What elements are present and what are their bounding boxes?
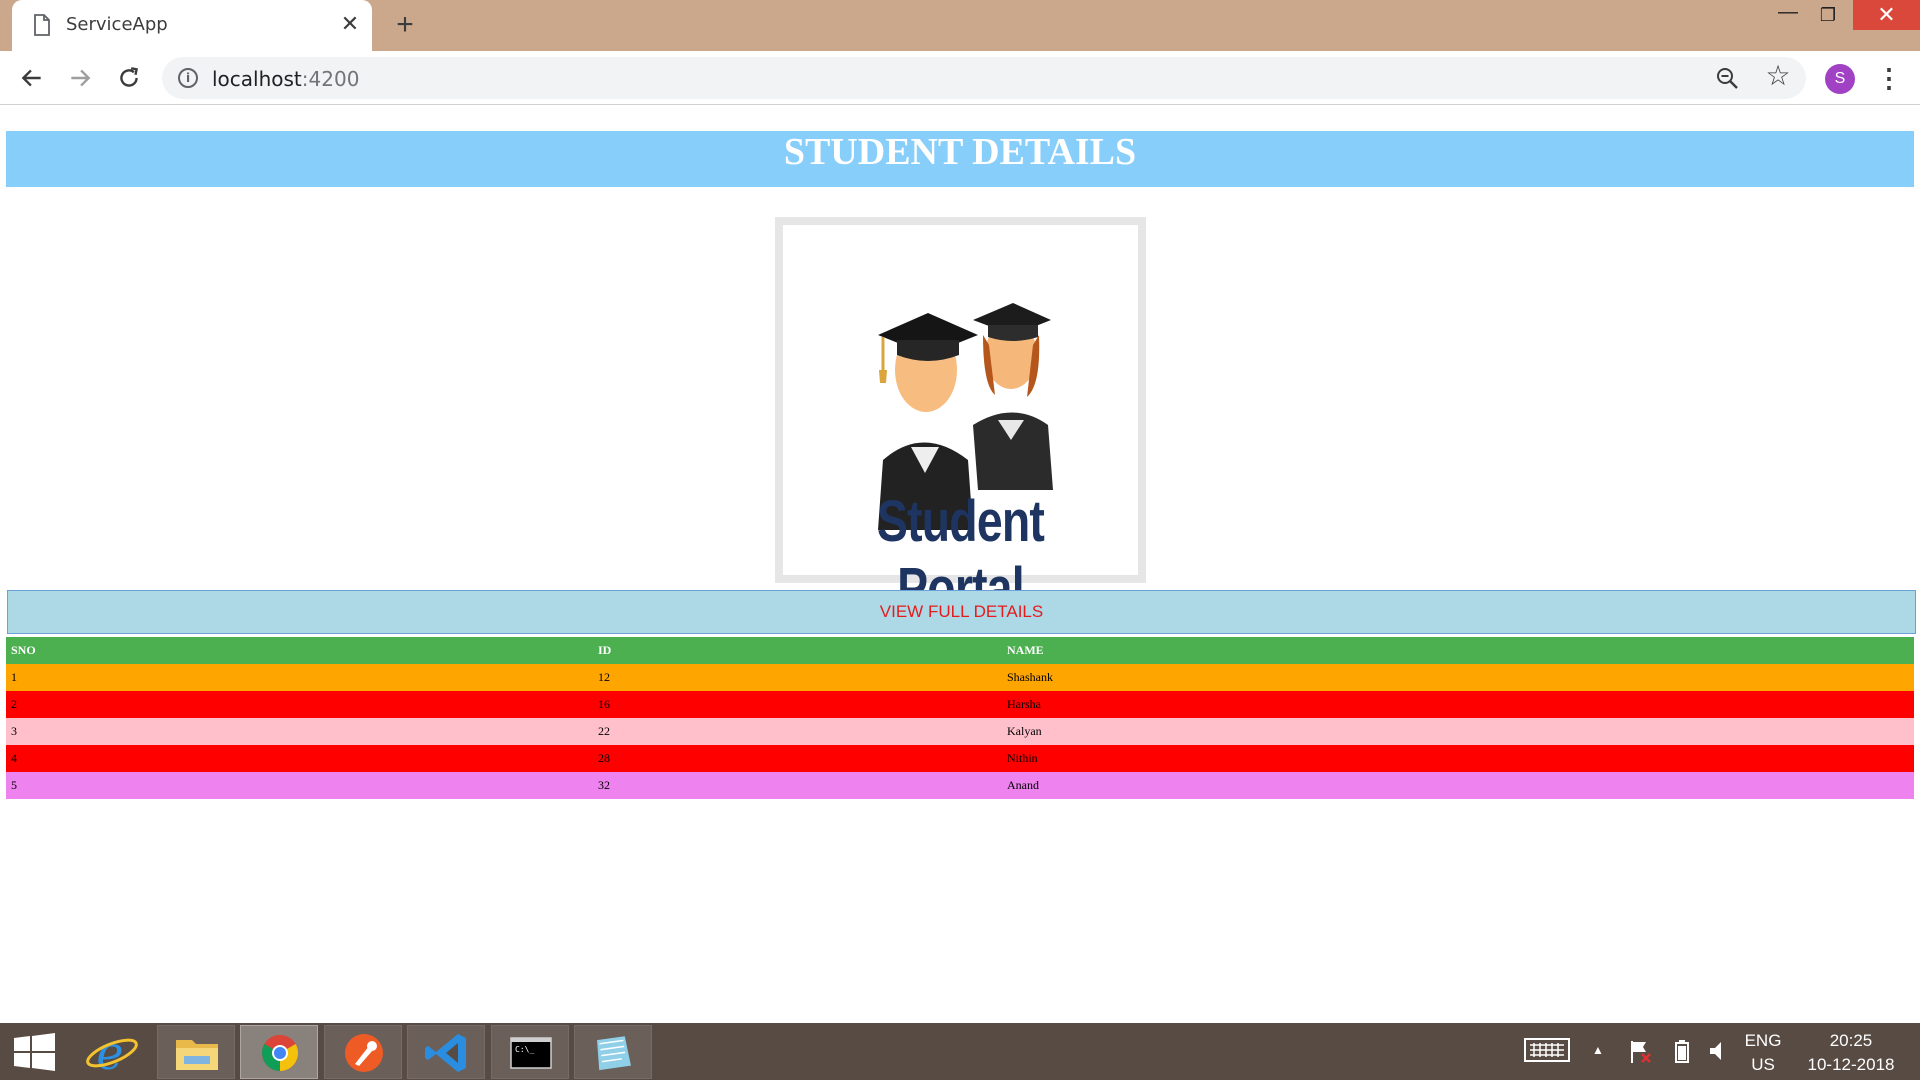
page-title: STUDENT DETAILS (783, 131, 1137, 173)
tab-close-icon[interactable]: ✕ (338, 12, 362, 36)
name-cell: Kalyan (1007, 724, 1042, 738)
battery-icon[interactable] (1670, 1037, 1694, 1072)
sno-cell: 3 (11, 724, 17, 738)
maximize-button[interactable]: ❐ (1803, 0, 1853, 30)
back-arrow-icon[interactable] (15, 61, 49, 95)
clock-date: 10-12-2018 (1807, 1055, 1895, 1074)
star-icon[interactable]: ☆ (1764, 61, 1792, 91)
address-bar[interactable]: i localhost:4200 ☆ (162, 57, 1806, 99)
name-cell: Shashank (1007, 670, 1053, 684)
page-header: STUDENT DETAILS (6, 131, 1914, 187)
postman-icon[interactable] (324, 1025, 402, 1079)
volume-icon[interactable] (1706, 1037, 1730, 1072)
browser-titlebar: ServiceApp ✕ + — ❐ ✕ (0, 0, 1920, 51)
action-center-flag-icon[interactable] (1626, 1037, 1654, 1072)
windows-start-icon[interactable] (0, 1025, 78, 1079)
column-header-id: ID (593, 637, 1002, 664)
sno-cell: 1 (11, 670, 17, 684)
clock[interactable]: 20:25 10-12-2018 (1796, 1031, 1906, 1075)
sno-cell: 2 (11, 697, 17, 711)
show-hidden-icons-chevron-icon[interactable]: ▲ (1588, 1037, 1608, 1063)
close-window-button[interactable]: ✕ (1853, 0, 1920, 30)
table-row: 1 12 Shashank (6, 664, 1914, 691)
table-row: 5 32 Anand (6, 772, 1914, 799)
table-row: 4 28 Nithin (6, 745, 1914, 772)
clock-time: 20:25 (1829, 1031, 1873, 1050)
svg-text:C:\_: C:\_ (515, 1045, 534, 1054)
table-row: 3 22 Kalyan (6, 718, 1914, 745)
language-label: ENG (1744, 1031, 1782, 1050)
tab-serviceapp[interactable]: ServiceApp ✕ (12, 0, 372, 51)
language-indicator[interactable]: ENG US (1738, 1031, 1788, 1075)
browser-toolbar: i localhost:4200 ☆ S ⋮ (0, 51, 1920, 105)
zoom-icon[interactable] (1714, 65, 1740, 91)
id-cell: 28 (598, 751, 610, 765)
column-header-sno: SNO (6, 637, 593, 664)
vscode-icon[interactable] (407, 1025, 485, 1079)
file-explorer-icon[interactable] (157, 1025, 235, 1079)
windows-taskbar: e C:\_ ▲ ENG US 20:25 10-12-2018 (0, 1023, 1920, 1080)
command-prompt-icon[interactable]: C:\_ (491, 1025, 569, 1079)
info-icon[interactable]: i (178, 68, 198, 88)
id-cell: 32 (598, 778, 610, 792)
student-table: SNO ID NAME 1 12 Shashank 2 16 Harsha 3 22 Kalya… (6, 637, 1914, 799)
touch-keyboard-icon[interactable] (1522, 1037, 1572, 1070)
sno-cell: 5 (11, 778, 17, 792)
new-tab-button[interactable]: + (388, 8, 422, 42)
id-cell: 22 (598, 724, 610, 738)
student-portal-logo: Student Portal (775, 217, 1146, 621)
chrome-icon[interactable] (240, 1025, 318, 1079)
name-cell: Anand (1007, 778, 1039, 792)
name-cell: Harsha (1007, 697, 1041, 711)
id-cell: 16 (598, 697, 610, 711)
tab-title: ServiceApp (66, 14, 168, 35)
table-row: 2 16 Harsha (6, 691, 1914, 718)
url-text[interactable]: localhost:4200 (212, 67, 359, 91)
name-cell: Nithin (1007, 751, 1038, 765)
column-header-name: NAME (1002, 637, 1914, 664)
table-header-row: SNO ID NAME (6, 637, 1914, 664)
sno-cell: 4 (11, 751, 17, 765)
id-cell: 12 (598, 670, 610, 684)
internet-explorer-icon[interactable]: e (73, 1025, 151, 1079)
svg-text:e: e (96, 1026, 123, 1079)
reload-icon[interactable] (112, 61, 146, 95)
region-label: US (1751, 1055, 1775, 1074)
page-icon (34, 14, 50, 36)
menu-icon[interactable]: ⋮ (1876, 63, 1902, 93)
forward-arrow-icon[interactable] (63, 61, 97, 95)
avatar[interactable]: S (1825, 64, 1855, 94)
view-full-details-button[interactable]: VIEW FULL DETAILS (7, 590, 1916, 634)
notepad-icon[interactable] (574, 1025, 652, 1079)
